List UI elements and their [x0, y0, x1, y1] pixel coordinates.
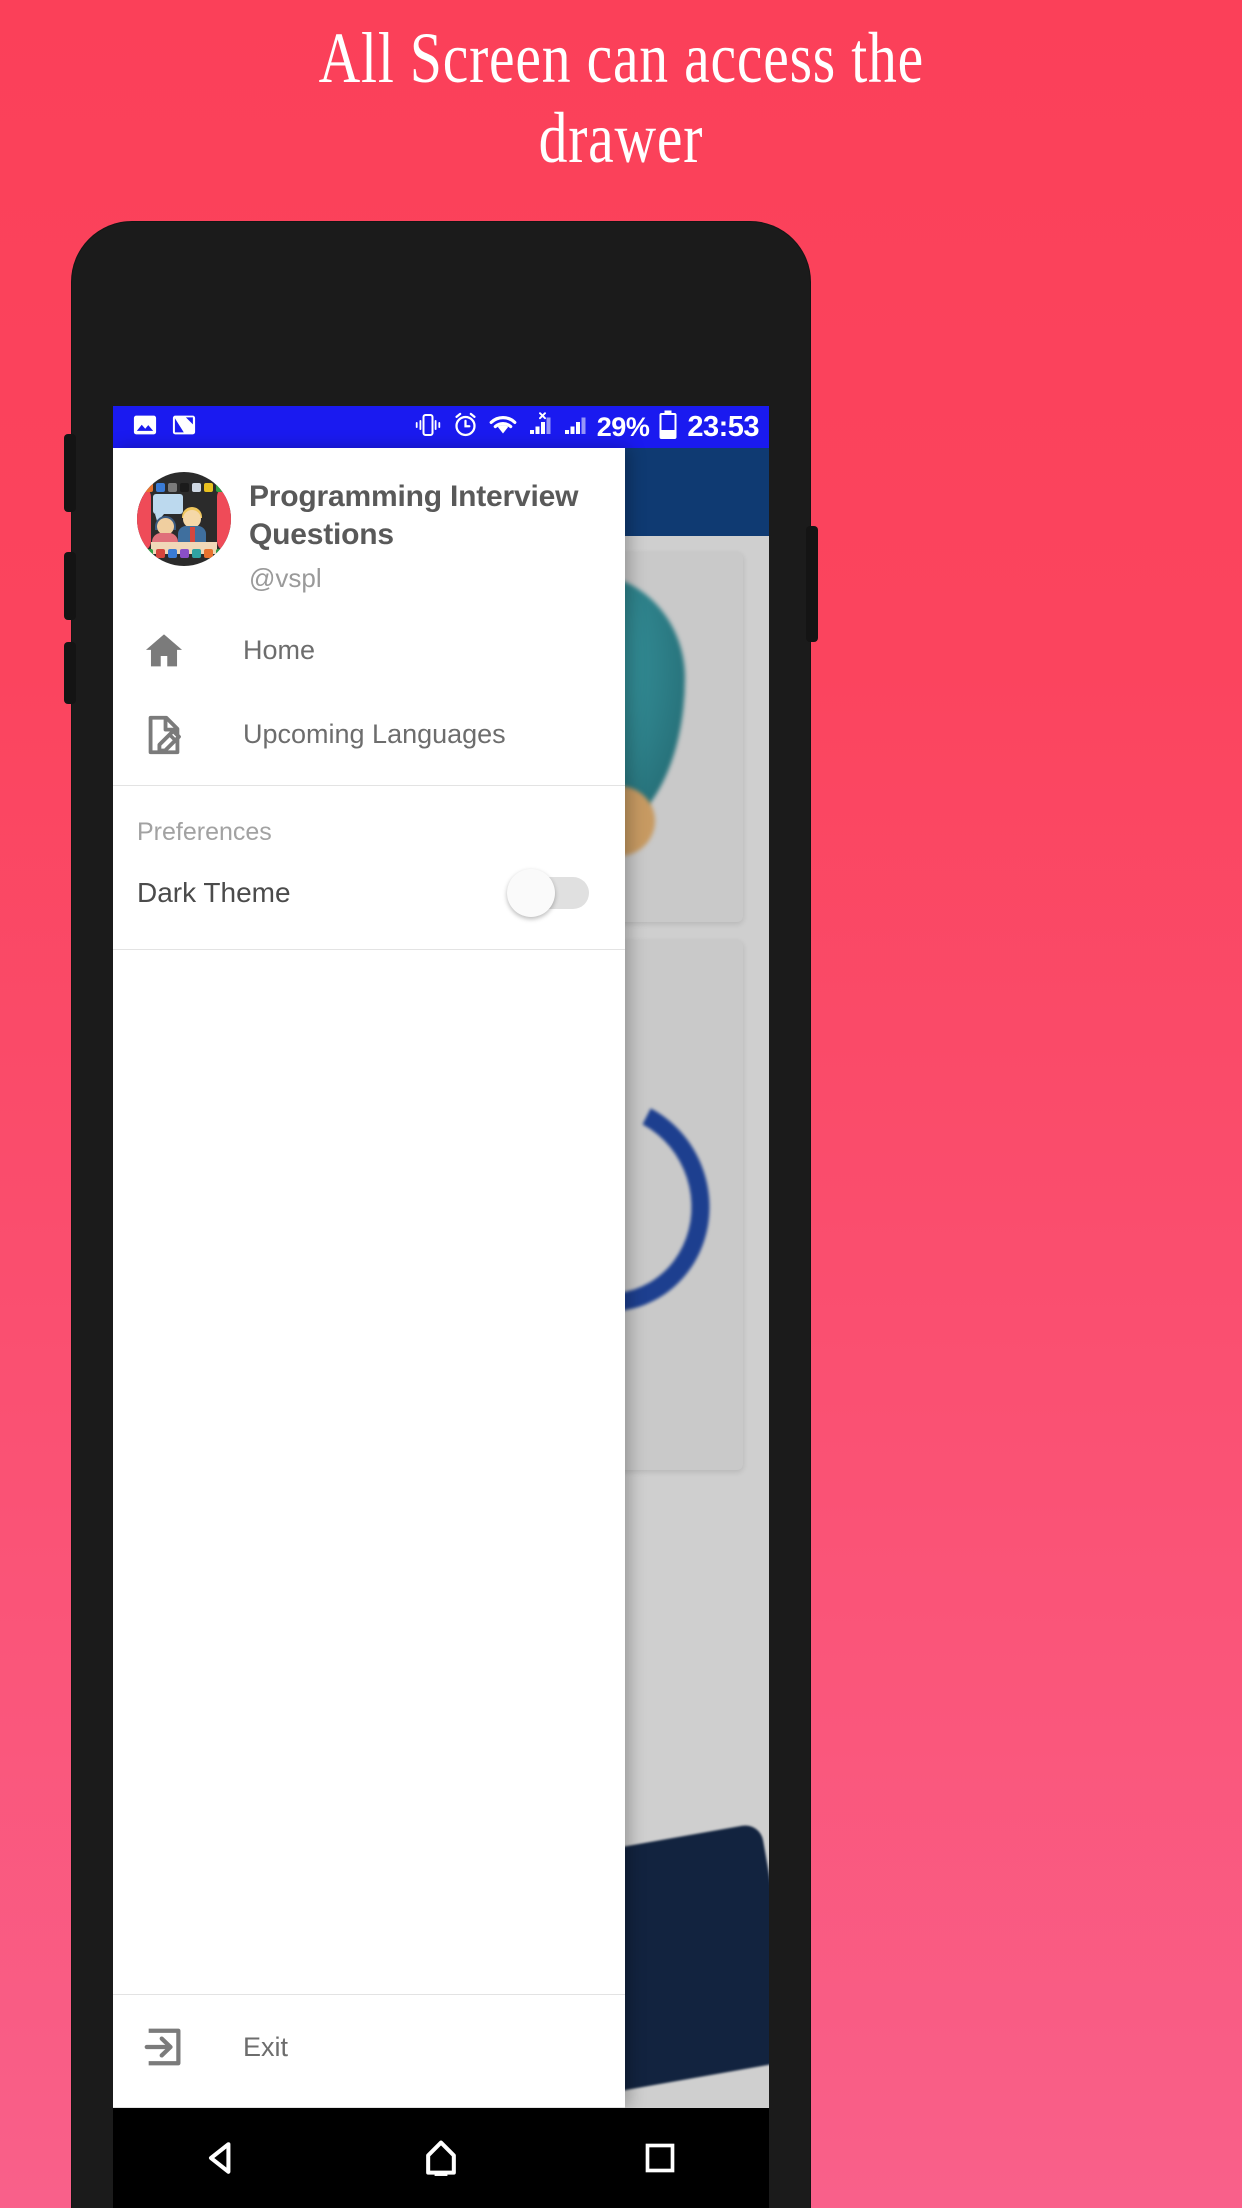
no-sim-signal-icon [527, 411, 553, 443]
battery-icon [658, 410, 678, 445]
image-icon [131, 411, 159, 444]
status-bar-clock: 23:53 [687, 410, 759, 443]
drawer-item-upcoming-languages[interactable]: Upcoming Languages [113, 693, 625, 777]
dark-theme-label: Dark Theme [137, 876, 291, 908]
alarm-icon [452, 411, 479, 443]
drawer-item-home[interactable]: Home [113, 609, 625, 693]
phone-left-button-3 [64, 642, 76, 704]
phone-left-button-1 [64, 434, 76, 512]
exit-icon [141, 2024, 193, 2070]
headline-line-2: drawer [538, 98, 704, 178]
dark-theme-row[interactable]: Dark Theme [113, 845, 625, 941]
home-icon [141, 628, 193, 674]
drawer-item-label: Upcoming Languages [243, 719, 506, 750]
drawer-section-title: Preferences [137, 817, 272, 846]
vibrate-icon [413, 412, 443, 443]
drawer-item-label: Home [243, 635, 316, 666]
phone-screen: 29% 23:53 Programming Interview Question… [113, 406, 769, 2108]
nav-recents-button[interactable] [600, 2108, 720, 2208]
dark-theme-toggle[interactable] [507, 868, 589, 917]
battery-percent-label: 29% [596, 411, 650, 442]
phone-left-button-2 [64, 552, 76, 620]
edit-document-icon [141, 712, 193, 758]
android-navigation-bar [113, 2108, 769, 2208]
status-bar: 29% 23:53 [113, 406, 769, 448]
drawer-item-label: Exit [243, 2031, 289, 2062]
navigation-drawer: Programming Interview Questions @vspl Ho… [113, 448, 625, 2108]
phone-mockup: 29% 23:53 Programming Interview Question… [64, 222, 818, 2208]
avatar [137, 472, 231, 566]
phone-right-button-1 [806, 526, 818, 642]
screenshot-icon [170, 411, 198, 444]
headline-line-1: All Screen can access the [318, 18, 924, 98]
signal-bars-icon [562, 412, 588, 443]
app-title: Programming Interview Questions [249, 480, 579, 552]
toggle-knob [507, 868, 555, 917]
drawer-spacer [113, 950, 625, 1986]
drawer-header: Programming Interview Questions @vspl [113, 448, 625, 605]
nav-back-button[interactable] [162, 2108, 282, 2208]
drawer-menu: Home Upcoming Languages Preferences Dark… [113, 605, 625, 950]
nav-home-button[interactable] [381, 2108, 501, 2208]
app-handle: @vspl [249, 562, 322, 593]
wifi-icon [488, 413, 518, 442]
promo-headline: All Screen can access the drawer [0, 0, 1242, 200]
drawer-item-exit[interactable]: Exit [113, 1995, 625, 2099]
